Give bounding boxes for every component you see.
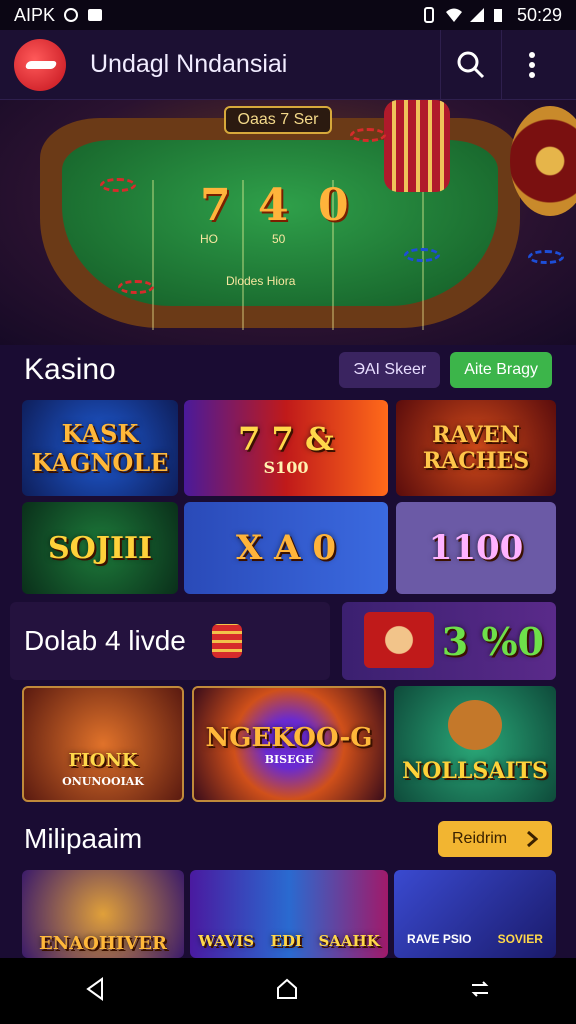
felt-line bbox=[152, 180, 154, 330]
status-bar: AIPK 50:29 bbox=[0, 0, 576, 30]
game-title: RAVEN RACHES bbox=[422, 422, 530, 474]
more-button[interactable]: Reidrim bbox=[438, 821, 552, 857]
game-title: FIONK bbox=[68, 750, 138, 771]
prize-banner[interactable]: 3 %0 bbox=[342, 602, 556, 680]
clock: 50:29 bbox=[516, 4, 562, 25]
game-tile[interactable]: ENAOHIVER bbox=[22, 870, 184, 958]
hero-digit: 4 bbox=[258, 180, 289, 231]
poker-chip bbox=[404, 248, 440, 262]
game-subtitle: ONUNOOIAK bbox=[62, 775, 144, 788]
filter-button[interactable]: ЭAI Skeer bbox=[339, 352, 441, 388]
app-bar: Undagl Nndansiai bbox=[0, 29, 576, 100]
table-sign: Oaas 7 Ser bbox=[224, 106, 332, 134]
vibrate-icon bbox=[421, 7, 437, 23]
game-tile[interactable]: WAVIS EDI SAAHK bbox=[190, 870, 388, 958]
search-icon bbox=[457, 51, 485, 78]
more-button-label: Reidrim bbox=[452, 830, 508, 847]
game-title: ENAOHIVER bbox=[39, 933, 167, 954]
search-button[interactable] bbox=[441, 35, 501, 95]
action-button[interactable]: Aite Bragy bbox=[450, 352, 552, 388]
hero-digit: 7 bbox=[200, 180, 231, 231]
recents-button[interactable] bbox=[468, 977, 492, 1006]
app-title: Undagl Nndansiai bbox=[90, 50, 288, 78]
game-title: X A 0 bbox=[235, 528, 337, 568]
game-tile[interactable]: 1100 bbox=[396, 502, 556, 594]
system-nav-bar bbox=[0, 958, 576, 1024]
more-menu-button[interactable] bbox=[502, 35, 562, 95]
back-button[interactable] bbox=[84, 976, 106, 1006]
game-subtitle: BISEGE bbox=[264, 752, 314, 766]
game-subtitle: S100 bbox=[263, 457, 309, 477]
carrier-label: AIPK bbox=[14, 4, 56, 25]
game-tile[interactable]: SOJIII bbox=[22, 502, 178, 594]
hero-digit: 0 bbox=[318, 180, 349, 231]
poker-chip bbox=[528, 250, 564, 264]
wifi-icon bbox=[445, 7, 462, 23]
signal-icon bbox=[469, 7, 485, 23]
poker-chip bbox=[350, 128, 386, 142]
recents-icon bbox=[471, 980, 489, 997]
felt-label: Dlodes Hiora bbox=[226, 274, 296, 288]
app-logo[interactable] bbox=[14, 38, 66, 91]
home-button[interactable] bbox=[275, 977, 299, 1006]
promo-banner[interactable]: Dolab 4 livde bbox=[10, 602, 330, 680]
message-icon bbox=[87, 7, 103, 23]
felt-line bbox=[242, 180, 244, 330]
avatar-frame bbox=[364, 612, 434, 668]
slot-drum bbox=[384, 100, 450, 192]
game-title: SOJIII bbox=[47, 530, 153, 566]
battery-icon bbox=[493, 7, 509, 23]
game-title: NOLLSAITS bbox=[402, 758, 548, 784]
game-title: WAVIS bbox=[198, 932, 255, 950]
game-title: SOVIER bbox=[497, 932, 543, 946]
hero-banner[interactable]: Oaas 7 Ser 7 4 0 Dlodes Hiora HO 50 bbox=[0, 100, 576, 345]
multi-title: Milipaaim bbox=[24, 823, 143, 854]
game-tile[interactable]: 7 7 & S100 bbox=[184, 400, 388, 496]
chevron-right-icon bbox=[527, 830, 538, 848]
game-title: SAAHK bbox=[318, 932, 380, 950]
game-title: 7 7 & bbox=[238, 419, 334, 458]
back-icon bbox=[86, 976, 104, 1001]
game-title: EDI bbox=[270, 932, 303, 950]
mascot-icon bbox=[448, 700, 502, 750]
kasino-title: Kasino bbox=[24, 353, 116, 386]
poker-chip bbox=[118, 280, 154, 294]
poker-chip bbox=[100, 178, 136, 192]
game-tile[interactable]: FIONK ONUNOOIAK bbox=[22, 686, 184, 802]
game-title: RAVE PSIO bbox=[407, 932, 472, 946]
game-title: 1100 bbox=[428, 528, 524, 568]
felt-label: HO bbox=[200, 232, 218, 246]
game-tile[interactable]: NGEKOO-G BISEGE bbox=[192, 686, 386, 802]
game-tile[interactable]: X A 0 bbox=[184, 502, 388, 594]
chip-stack-icon bbox=[211, 624, 242, 658]
multi-header: Milipaaim Reidrim bbox=[0, 814, 576, 864]
game-title: NGEKOO-G bbox=[205, 722, 373, 753]
promo-title: Dolab 4 livde bbox=[24, 625, 186, 656]
home-icon bbox=[276, 978, 297, 999]
game-title: KASK KAGNOLE bbox=[31, 419, 169, 477]
more-vert-icon bbox=[529, 51, 535, 78]
prize-value: 3 %0 bbox=[441, 618, 544, 664]
kasino-header: Kasino ЭAI Skeer Aite Bragy bbox=[0, 345, 576, 395]
game-tile[interactable]: RAVEN RACHES bbox=[396, 400, 556, 496]
sync-icon bbox=[63, 7, 79, 23]
game-tile[interactable]: KASK KAGNOLE bbox=[22, 400, 178, 496]
game-tile[interactable]: RAVE PSIO SOVIER bbox=[394, 870, 556, 958]
felt-label: 50 bbox=[272, 232, 286, 246]
game-tile[interactable]: NOLLSAITS bbox=[394, 686, 556, 802]
